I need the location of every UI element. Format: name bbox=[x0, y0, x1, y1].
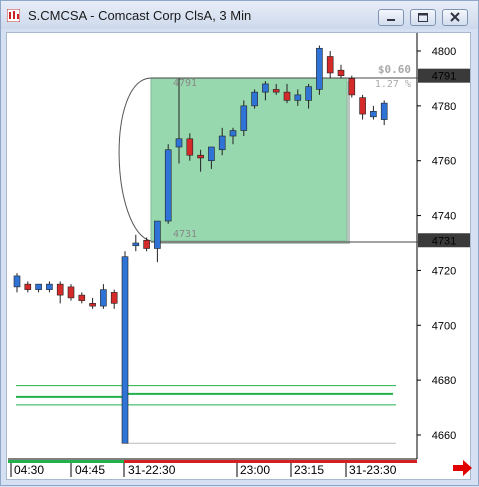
y-tick-label: 4660 bbox=[432, 430, 456, 442]
candle-body bbox=[208, 146, 215, 162]
candle-body bbox=[46, 283, 53, 290]
measurement-percent: 1.27 % bbox=[375, 79, 411, 90]
candle-body bbox=[78, 294, 86, 301]
candle-body bbox=[326, 56, 334, 74]
candle-body bbox=[121, 256, 129, 444]
price-chart[interactable]: 4791 4731 $0.60 1.27 % 4800 4780 4760 4740 4… bbox=[1, 1, 479, 487]
x-axis: 04:30 04:45 31-22:30 23:00 23:15 31-23:30 bbox=[8, 460, 417, 477]
candle-body bbox=[337, 69, 345, 76]
y-tick-label: 4760 bbox=[432, 156, 456, 168]
chart-window: S.CMCSA - Comcast Corp ClsA, 3 Min 4791 … bbox=[0, 0, 479, 486]
x-tick-label: 04:30 bbox=[14, 463, 44, 477]
y-tick-label: 4680 bbox=[432, 375, 456, 387]
measurement-low-label: 4731 bbox=[173, 229, 197, 240]
y-tick-label: 4720 bbox=[432, 265, 456, 277]
candle-body bbox=[380, 102, 388, 120]
measurement-box[interactable] bbox=[150, 77, 348, 242]
candle-body bbox=[89, 303, 96, 307]
y-tick-label: 4800 bbox=[432, 46, 456, 58]
x-tick-label: 31-22:30 bbox=[128, 463, 176, 477]
price-flag-label: 4791 bbox=[432, 71, 456, 83]
y-tick-label: 4700 bbox=[432, 320, 456, 332]
candle-body bbox=[100, 289, 107, 307]
x-tick-label: 04:45 bbox=[75, 463, 105, 477]
price-flag-label: 4731 bbox=[432, 235, 456, 247]
measurement-arc bbox=[118, 77, 152, 242]
candle-body bbox=[348, 78, 356, 96]
candle-body bbox=[110, 292, 118, 304]
candle-body bbox=[67, 286, 75, 299]
candle-body bbox=[305, 86, 312, 101]
candle-body bbox=[240, 105, 248, 131]
y-tick-label: 4780 bbox=[432, 101, 456, 113]
candle-body bbox=[24, 283, 32, 290]
candle-body bbox=[13, 275, 21, 288]
scroll-right-arrow[interactable] bbox=[453, 460, 472, 476]
x-tick-label: 23:00 bbox=[240, 463, 270, 477]
candle-body bbox=[283, 91, 291, 101]
green-line bbox=[16, 392, 393, 398]
measurement-box-shadow bbox=[347, 81, 350, 244]
x-tick-label: 31-23:30 bbox=[349, 463, 397, 477]
candle-body bbox=[370, 111, 377, 118]
candle-body bbox=[359, 97, 366, 115]
candle-body bbox=[218, 135, 226, 151]
measurement-high-label: 4791 bbox=[173, 78, 197, 89]
candle-body bbox=[132, 242, 140, 247]
candle-body bbox=[186, 138, 194, 156]
candle-body bbox=[56, 283, 64, 296]
y-tick-label: 4740 bbox=[432, 211, 456, 223]
candle-body bbox=[251, 91, 258, 107]
measurement-change: $0.60 bbox=[378, 63, 411, 76]
x-tick-label: 23:15 bbox=[294, 463, 324, 477]
green-level-lines bbox=[16, 385, 396, 444]
candle-body bbox=[143, 239, 150, 249]
candle-body bbox=[262, 83, 269, 93]
candle-body bbox=[316, 47, 323, 90]
candle-body bbox=[294, 94, 302, 101]
candle-body bbox=[154, 220, 161, 249]
candle-body bbox=[164, 149, 172, 222]
candle-body bbox=[35, 283, 42, 290]
candle-body bbox=[175, 138, 183, 148]
candle-body bbox=[229, 130, 237, 137]
candle-body bbox=[272, 89, 280, 93]
candle-body bbox=[197, 154, 204, 159]
